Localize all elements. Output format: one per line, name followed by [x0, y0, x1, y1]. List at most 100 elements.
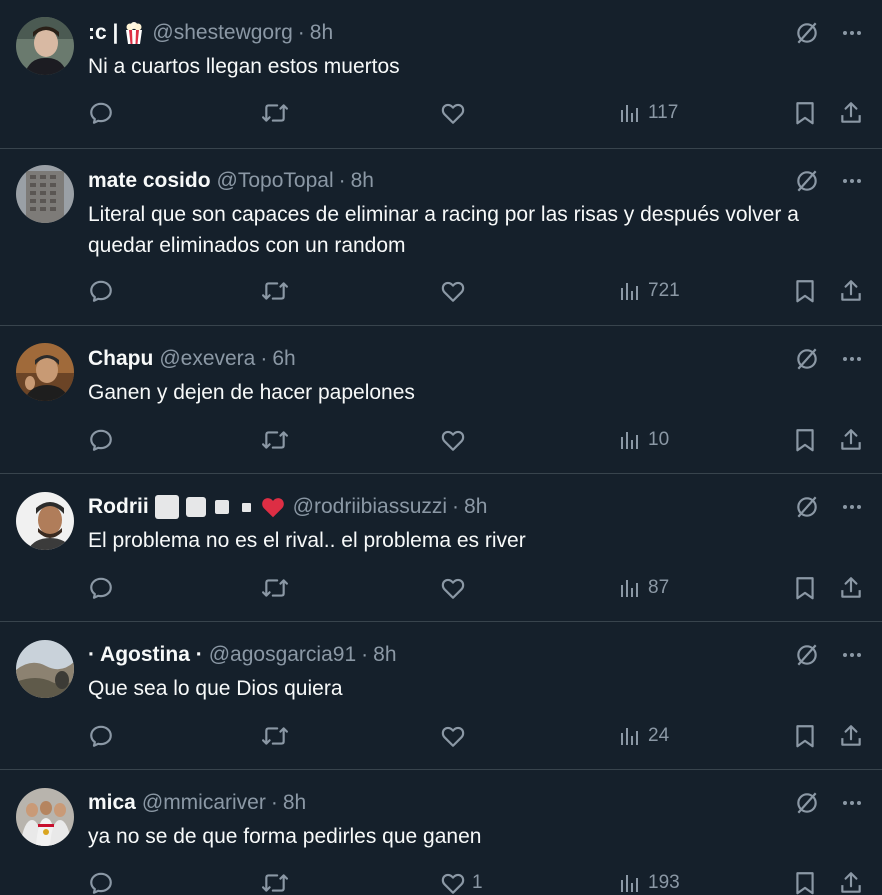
- action-bar: 87: [0, 573, 882, 603]
- tweet[interactable]: mica @mmicariver · 8h ya no se de que fo…: [0, 770, 882, 895]
- share-button[interactable]: [838, 276, 864, 306]
- retweet-button[interactable]: [260, 98, 296, 128]
- grok-icon[interactable]: [794, 168, 820, 194]
- grok-icon[interactable]: [794, 790, 820, 816]
- tweet[interactable]: Chapu @exevera · 6h Ganen y dejen de hac…: [0, 326, 882, 474]
- views-button[interactable]: 721: [618, 276, 680, 306]
- heart-icon: [441, 578, 465, 599]
- retweet-button[interactable]: [260, 276, 296, 306]
- bookmark-button[interactable]: [792, 276, 818, 306]
- separator-dot: ·: [338, 169, 346, 192]
- action-bar: 10: [0, 425, 882, 455]
- bookmark-button[interactable]: [792, 573, 818, 603]
- handle[interactable]: @agosgarcia91: [209, 643, 356, 667]
- display-name[interactable]: · Agostina ·: [88, 643, 203, 667]
- share-button[interactable]: [838, 98, 864, 128]
- tweet[interactable]: :c | @shestewgorg · 8h Ni a cuartos lleg…: [0, 0, 882, 149]
- views-button[interactable]: 87: [618, 573, 669, 603]
- timestamp[interactable]: 8h: [464, 495, 487, 519]
- more-icon[interactable]: [840, 495, 864, 519]
- bookmark-button[interactable]: [792, 868, 818, 895]
- reply-button[interactable]: [88, 425, 120, 455]
- timestamp[interactable]: 8h: [283, 791, 306, 815]
- grok-icon[interactable]: [794, 494, 820, 520]
- separator-dot: ·: [270, 791, 278, 814]
- bookmark-button[interactable]: [792, 721, 818, 751]
- avatar[interactable]: [16, 343, 74, 401]
- view-count: 117: [648, 102, 679, 123]
- reply-icon: [90, 872, 112, 894]
- like-button[interactable]: [440, 98, 472, 128]
- share-button[interactable]: [838, 868, 864, 895]
- bookmark-icon: [796, 280, 814, 303]
- like-button[interactable]: [440, 573, 472, 603]
- reply-feed: :c | @shestewgorg · 8h Ni a cuartos lleg…: [0, 0, 882, 895]
- handle[interactable]: @rodriibiassuzzi: [293, 495, 447, 519]
- views-button[interactable]: 117: [618, 98, 678, 128]
- reply-button[interactable]: [88, 276, 120, 306]
- more-icon[interactable]: [840, 169, 864, 193]
- views-button[interactable]: 193: [618, 868, 680, 895]
- timestamp[interactable]: 8h: [373, 643, 396, 667]
- avatar[interactable]: [16, 17, 74, 75]
- tweet[interactable]: · Agostina · @agosgarcia91 · 8h Que sea …: [0, 622, 882, 770]
- more-icon[interactable]: [840, 21, 864, 45]
- avatar[interactable]: [16, 492, 74, 550]
- handle[interactable]: @mmicariver: [142, 791, 266, 815]
- retweet-button[interactable]: [260, 573, 296, 603]
- reply-icon: [90, 577, 112, 599]
- red-heart-icon: [261, 498, 284, 518]
- grok-icon[interactable]: [794, 20, 820, 46]
- share-button[interactable]: [838, 721, 864, 751]
- tweet[interactable]: Rodrii @rodriibiassuzzi · 8h El problema…: [0, 474, 882, 622]
- retweet-button[interactable]: [260, 721, 296, 751]
- separator-dot: ·: [297, 21, 305, 44]
- retweet-button[interactable]: [260, 425, 296, 455]
- display-name[interactable]: Rodrii: [88, 495, 149, 519]
- more-icon[interactable]: [840, 643, 864, 667]
- separator-dot: ·: [260, 347, 268, 370]
- reply-button[interactable]: [88, 721, 120, 751]
- avatar[interactable]: [16, 788, 74, 846]
- timestamp[interactable]: 6h: [272, 347, 295, 371]
- reply-button[interactable]: [88, 868, 120, 895]
- reply-button[interactable]: [88, 98, 120, 128]
- more-icon[interactable]: [840, 791, 864, 815]
- bookmark-button[interactable]: [792, 425, 818, 455]
- avatar[interactable]: [16, 640, 74, 698]
- reply-icon: [90, 429, 112, 451]
- like-button[interactable]: [440, 425, 472, 455]
- grok-icon[interactable]: [794, 346, 820, 372]
- tweet[interactable]: mate cosido @TopoTopal · 8h Literal que …: [0, 149, 882, 326]
- display-name[interactable]: Chapu: [88, 347, 153, 371]
- separator-dot: ·: [452, 495, 460, 518]
- display-name[interactable]: :c |: [88, 21, 118, 45]
- tweet-text: ya no se de que forma pedirles que ganen: [88, 825, 482, 848]
- display-name[interactable]: mate cosido: [88, 169, 211, 193]
- like-button[interactable]: [440, 276, 472, 306]
- share-button[interactable]: [838, 425, 864, 455]
- avatar[interactable]: [16, 165, 74, 223]
- bookmark-icon: [796, 725, 814, 748]
- views-button[interactable]: 10: [618, 425, 669, 455]
- reply-button[interactable]: [88, 573, 120, 603]
- retweet-button[interactable]: [260, 868, 296, 895]
- display-name[interactable]: mica: [88, 791, 136, 815]
- timestamp[interactable]: 8h: [310, 21, 333, 45]
- share-icon: [841, 280, 861, 301]
- handle[interactable]: @shestewgorg: [152, 21, 292, 45]
- bookmark-button[interactable]: [792, 98, 818, 128]
- handle[interactable]: @TopoTopal: [217, 169, 334, 193]
- grok-icon[interactable]: [794, 642, 820, 668]
- bookmark-icon: [796, 429, 814, 452]
- more-icon[interactable]: [840, 347, 864, 371]
- timestamp[interactable]: 8h: [351, 169, 374, 193]
- white-square-tiny-icon: [241, 503, 251, 512]
- like-button[interactable]: [440, 721, 472, 751]
- name-badges: [153, 494, 287, 520]
- views-button[interactable]: 24: [618, 721, 669, 751]
- like-button[interactable]: 1: [440, 868, 483, 895]
- share-button[interactable]: [838, 573, 864, 603]
- retweet-icon: [262, 104, 288, 122]
- handle[interactable]: @exevera: [159, 347, 255, 371]
